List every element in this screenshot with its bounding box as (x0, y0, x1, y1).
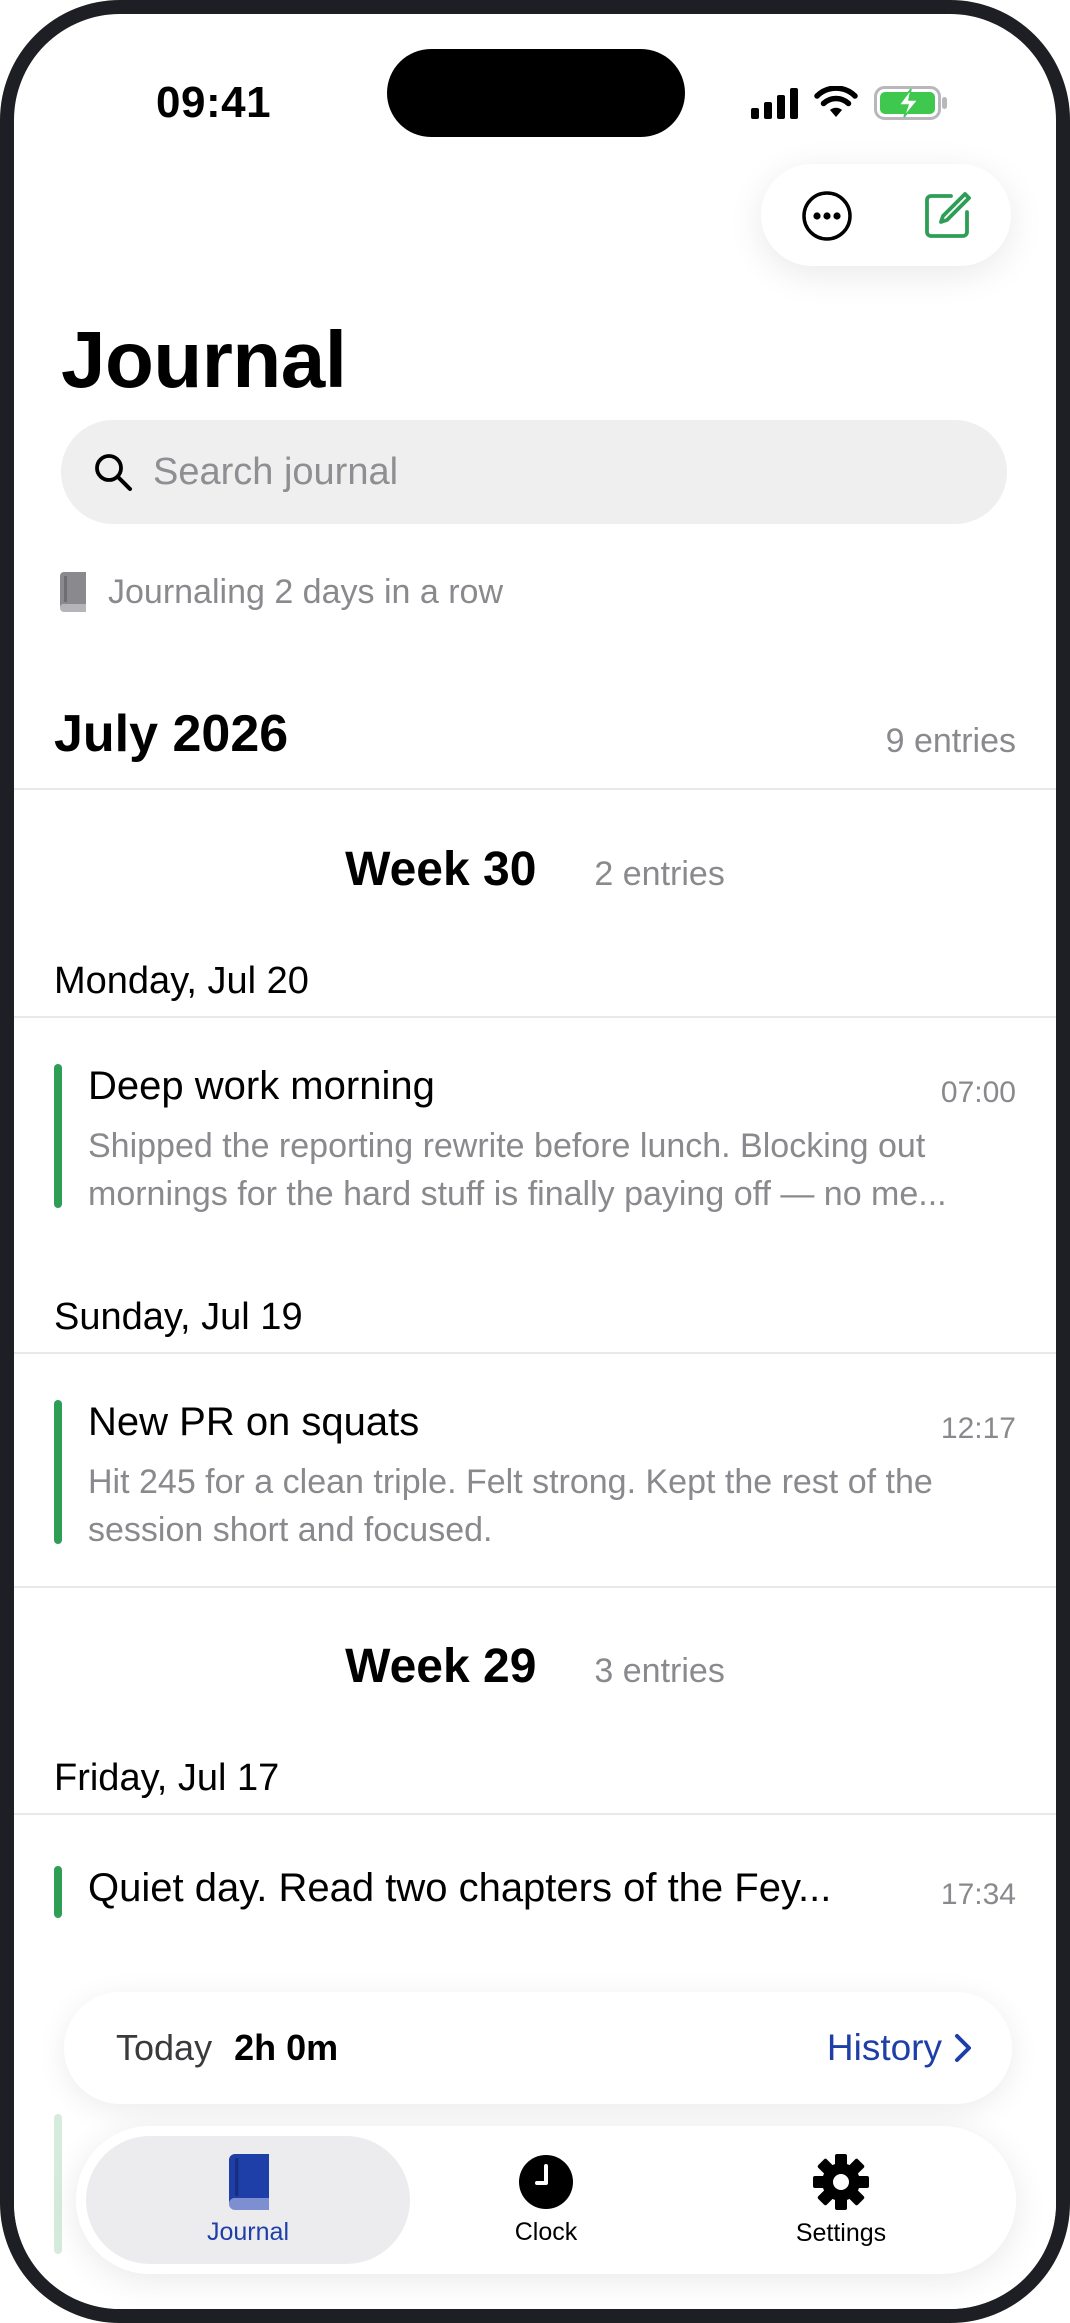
tab-journal[interactable]: Journal (86, 2136, 410, 2264)
divider (14, 1352, 1056, 1354)
clock-icon (519, 2154, 573, 2209)
page-title: Journal (61, 315, 347, 404)
today-label: Today (116, 2027, 213, 2068)
tab-label: Clock (514, 2217, 578, 2246)
book-icon (229, 2153, 269, 2210)
journal-entry[interactable]: Deep work morning 07:00 Shipped the repo… (54, 1064, 1016, 1213)
search-bar[interactable] (61, 420, 1007, 524)
entry-time: 07:00 (940, 1076, 1016, 1109)
today-summary-bar: Today 2h 0m History (64, 1992, 1012, 2104)
day-header: Sunday, Jul 19 (54, 1296, 303, 1338)
dynamic-island (387, 49, 685, 137)
streak-info: Journaling 2 days in a row (56, 572, 503, 612)
wifi-icon (814, 86, 858, 117)
tab-clock[interactable]: Clock (466, 2136, 626, 2264)
ellipsis-circle-icon (802, 191, 852, 241)
divider (14, 1586, 1056, 1588)
screen: 09:41 Journal Search journal Journaling … (14, 14, 1056, 2309)
week-title: Week 29 (345, 1640, 537, 1693)
entry-title: New PR on squats (88, 1400, 420, 1444)
streak-text: Journaling 2 days in a row (108, 572, 504, 611)
week-header: Week 29 3 entries (14, 1639, 1056, 1694)
week-title: Week 30 (345, 843, 537, 896)
entry-accent-bar (54, 1400, 62, 1544)
signal-icon (751, 87, 798, 119)
entry-title: Quiet day. Read two chapters of the Fey.… (88, 1866, 832, 1910)
divider (14, 1813, 1056, 1815)
entry-accent-bar (54, 1866, 62, 1918)
tab-settings[interactable]: Settings (756, 2136, 926, 2264)
day-header: Monday, Jul 20 (54, 960, 309, 1002)
week-header: Week 30 2 entries (14, 842, 1056, 897)
entry-time: 17:34 (940, 1878, 1016, 1911)
divider (14, 1016, 1056, 1018)
status-time: 09:41 (156, 78, 272, 127)
day-header: Friday, Jul 17 (54, 1757, 280, 1799)
book-icon (60, 572, 86, 612)
entry-accent-bar (54, 2114, 62, 2254)
tab-label: Journal (207, 2217, 289, 2246)
compose-icon (925, 192, 971, 238)
month-title: July 2026 (54, 705, 289, 763)
entry-accent-bar (54, 1064, 62, 1208)
entry-preview: Hit 245 for a clean triple. Felt strong.… (88, 1463, 933, 1549)
entry-time: 12:17 (940, 1412, 1016, 1445)
search-input[interactable] (153, 450, 973, 494)
gear-icon (813, 2153, 869, 2210)
divider (14, 788, 1056, 790)
week-entry-count: 2 entries (594, 855, 725, 893)
battery-charging-icon (874, 86, 947, 120)
entry-title: Deep work morning (88, 1064, 435, 1108)
top-actions-pill (761, 164, 1011, 266)
journal-entry[interactable]: Quiet day. Read two chapters of the Fey.… (54, 1866, 1016, 1920)
month-entry-count: 9 entries (885, 722, 1016, 760)
week-entry-count: 3 entries (594, 1652, 725, 1690)
more-button[interactable] (801, 190, 853, 242)
tab-label: Settings (795, 2218, 887, 2247)
search-icon (95, 454, 132, 491)
history-button[interactable]: History (827, 2027, 972, 2069)
tab-bar: Journal Clock Settings (76, 2126, 1016, 2274)
entry-preview: Shipped the reporting rewrite before lun… (88, 1127, 947, 1213)
journal-entry[interactable]: New PR on squats 12:17 Hit 245 for a cle… (54, 1400, 1016, 1549)
new-entry-button[interactable] (921, 190, 973, 242)
history-label: History (826, 2027, 942, 2068)
chevron-right-icon (955, 2034, 971, 2062)
status-icons (751, 86, 948, 120)
phone-frame: 09:41 Journal Search journal Journaling … (0, 0, 1070, 2323)
today-duration: 2h 0m (234, 2027, 339, 2068)
